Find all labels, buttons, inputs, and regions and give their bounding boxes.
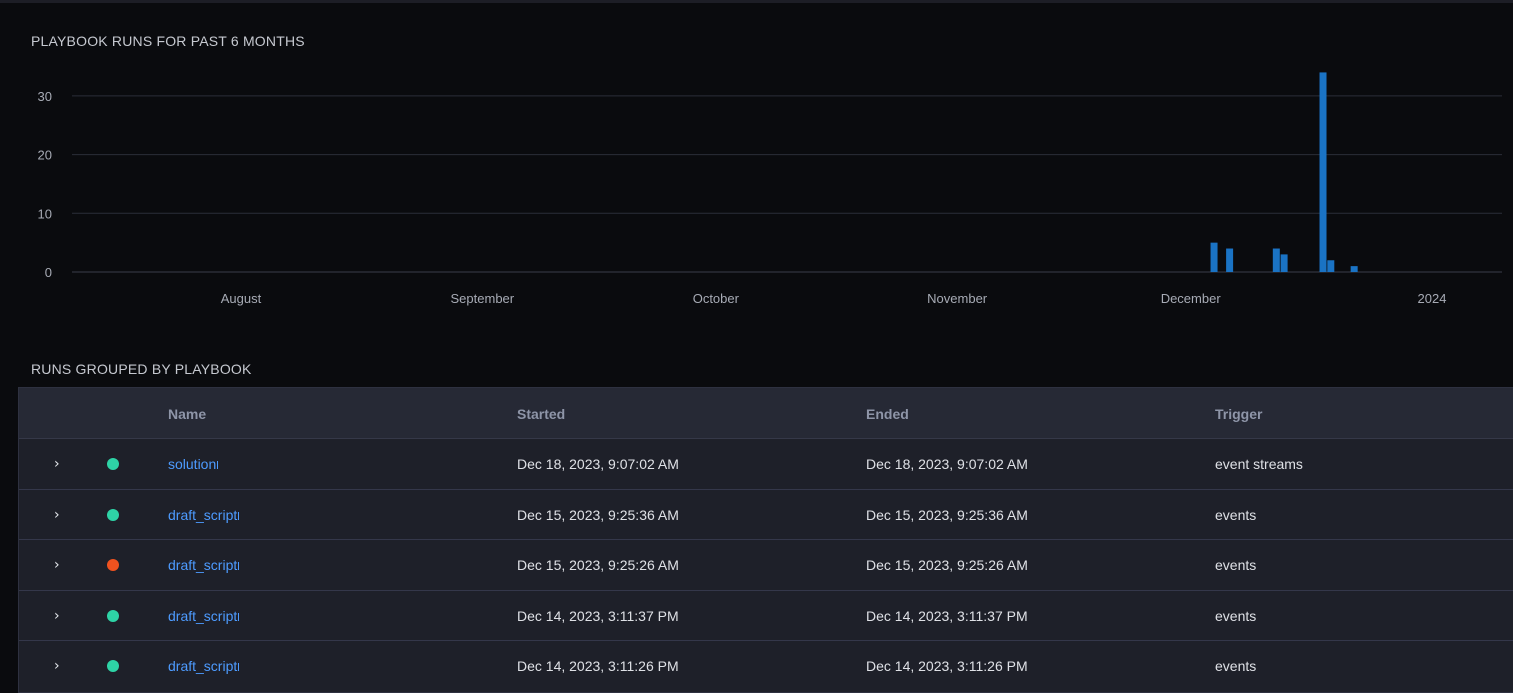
playbook-name-link[interactable]: draft_script (168, 658, 239, 674)
y-tick-label: 0 (45, 265, 52, 280)
status-dot-icon (107, 660, 119, 672)
x-tick-label: October (693, 291, 740, 306)
playbook-name-link[interactable]: draft_script (168, 507, 239, 523)
playbook-name-link[interactable]: draft_script (168, 608, 239, 624)
column-header-ended[interactable]: Ended (866, 406, 909, 422)
x-tick-label: December (1161, 291, 1222, 306)
chevron-right-icon[interactable]: › (54, 456, 62, 472)
playbook-name-link[interactable]: draft_script (168, 557, 239, 573)
trigger-cell: event streams (1215, 456, 1303, 472)
started-cell: Dec 14, 2023, 3:11:26 PM (517, 658, 679, 674)
trigger-cell: events (1215, 658, 1257, 674)
ended-cell: Dec 15, 2023, 9:25:36 AM (866, 506, 1028, 523)
started-cell: Dec 18, 2023, 9:07:02 AM (517, 456, 679, 472)
table-body: › solution Dec 18, 2023, 9:07:02 AM Dec 18,… (19, 439, 1513, 692)
x-tick-label: November (927, 291, 988, 306)
x-tick-label: August (221, 291, 262, 306)
status-dot-icon (107, 458, 119, 470)
y-tick-label: 20 (38, 148, 52, 163)
column-header-started[interactable]: Started (517, 406, 565, 422)
chevron-right-icon[interactable]: › (54, 557, 62, 573)
bar[interactable] (1210, 242, 1218, 272)
bar[interactable] (1350, 266, 1358, 272)
table-row[interactable]: › draft_script Dec 15, 2023, 9:25:26 AM Dec… (19, 540, 1513, 591)
ended-cell: Dec 14, 2023, 3:11:37 PM (866, 607, 1028, 624)
column-header-name[interactable]: Name (168, 406, 206, 422)
x-tick-label: 2024 (1418, 291, 1447, 306)
table-row[interactable]: › draft_script Dec 14, 2023, 3:11:26 PM Dec… (19, 641, 1513, 692)
trigger-cell: events (1215, 557, 1257, 573)
table-row[interactable]: › draft_script Dec 15, 2023, 9:25:36 AM Dec… (19, 490, 1513, 540)
bar[interactable] (1272, 248, 1280, 272)
chevron-right-icon[interactable]: › (54, 658, 62, 674)
status-dot-icon (107, 609, 119, 622)
trigger-cell: events (1215, 607, 1257, 624)
bar[interactable] (1319, 72, 1327, 272)
bar[interactable] (1280, 254, 1288, 272)
bar[interactable] (1226, 248, 1234, 272)
ended-cell: Dec 14, 2023, 3:11:26 PM (866, 658, 1028, 674)
chevron-right-icon[interactable]: › (54, 507, 62, 523)
table-row[interactable]: › solution Dec 18, 2023, 9:07:02 AM Dec 18,… (19, 439, 1513, 490)
chevron-right-icon[interactable]: › (54, 608, 62, 624)
ended-cell: Dec 15, 2023, 9:25:26 AM (866, 557, 1028, 573)
x-tick-label: September (451, 291, 515, 306)
column-header-trigger[interactable]: Trigger (1215, 406, 1262, 422)
playbook-runs-chart: 0 10 20 30 August September October November Dec… (38, 72, 1502, 306)
trigger-cell: events (1215, 506, 1257, 523)
chart-title: PLAYBOOK RUNS FOR PAST 6 MONTHS (31, 33, 305, 49)
top-border (0, 0, 1513, 3)
status-dot-icon (107, 559, 119, 571)
runs-table: Name Started Ended Trigger › solution Dec … (18, 387, 1513, 693)
status-dot-icon (107, 508, 119, 521)
started-cell: Dec 14, 2023, 3:11:37 PM (517, 607, 679, 624)
table-header: Name Started Ended Trigger (19, 388, 1513, 439)
y-tick-label: 10 (38, 206, 52, 221)
table-title: RUNS GROUPED BY PLAYBOOK (31, 361, 252, 377)
table-row[interactable]: › draft_script Dec 14, 2023, 3:11:37 PM Dec… (19, 591, 1513, 641)
y-tick-label: 30 (38, 89, 52, 104)
bar[interactable] (1327, 260, 1335, 272)
started-cell: Dec 15, 2023, 9:25:26 AM (517, 557, 679, 573)
ended-cell: Dec 18, 2023, 9:07:02 AM (866, 456, 1028, 472)
playbook-name-link[interactable]: solution (168, 456, 218, 472)
started-cell: Dec 15, 2023, 9:25:36 AM (517, 506, 679, 523)
